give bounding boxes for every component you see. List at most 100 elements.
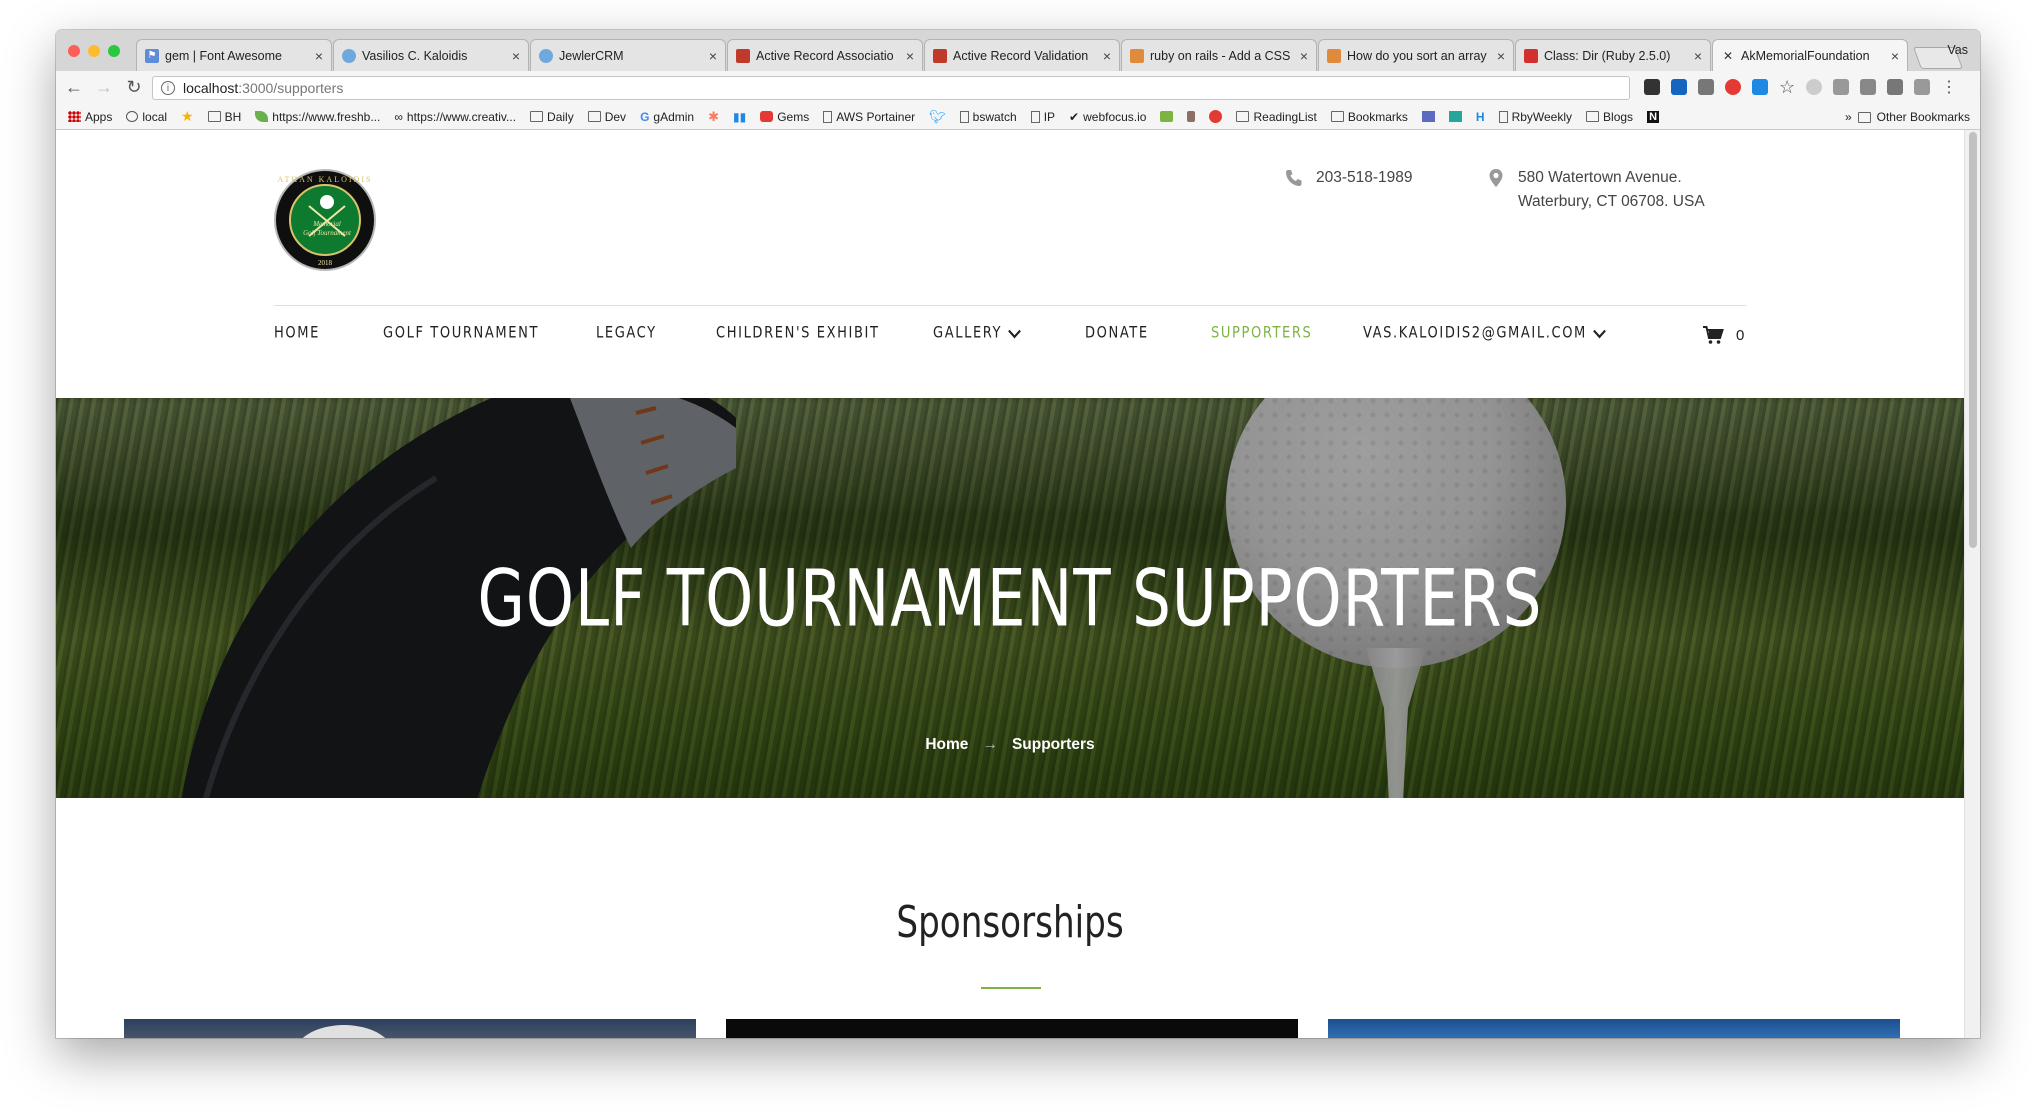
extension-icon[interactable]	[1752, 79, 1768, 95]
address-bar[interactable]: i localhost:3000/supporters	[152, 76, 1630, 100]
browser-tab[interactable]: ⚑ gem | Font Awesome ×	[136, 39, 332, 71]
nav-label: HOME	[274, 324, 320, 342]
chevron-down-icon	[1593, 323, 1606, 338]
logo-year: 2018	[318, 259, 332, 267]
bookmark-readinglist[interactable]: ReadingList	[1236, 110, 1317, 124]
browser-toolbar: ← → ↻ i localhost:3000/supporters ☆ ⋮	[56, 71, 1980, 104]
tab-list: ⚑ gem | Font Awesome × Vasilios C. Kaloi…	[136, 39, 1964, 71]
nav-golf-tournament[interactable]: GOLF TOURNAMENT	[383, 324, 539, 342]
bookmarks-overflow-button[interactable]: »	[1845, 110, 1852, 124]
cart-button[interactable]: 0	[1702, 325, 1744, 345]
star-icon[interactable]: ☆	[1779, 77, 1795, 97]
close-icon[interactable]: ×	[709, 48, 717, 64]
browser-tab[interactable]: How do you sort an array ×	[1318, 39, 1514, 71]
bookmark-bh[interactable]: BH	[207, 110, 241, 124]
nav-home[interactable]: HOME	[274, 324, 320, 342]
close-icon[interactable]: ×	[1497, 48, 1505, 64]
sponsor-card[interactable]	[1328, 1019, 1900, 1038]
browser-tab[interactable]: ruby on rails - Add a CSS ×	[1121, 39, 1317, 71]
nav-account[interactable]: VAS.KALOIDIS2@GMAIL.COM	[1363, 323, 1606, 342]
close-icon[interactable]: ×	[1891, 48, 1899, 64]
extension-icon[interactable]	[1644, 79, 1660, 95]
bookmark-star[interactable]: ★	[181, 108, 194, 125]
browser-tab[interactable]: Vasilios C. Kaloidis ×	[333, 39, 529, 71]
checkmark-icon: ✔	[1069, 109, 1080, 124]
bookmark-h[interactable]: H	[1476, 110, 1485, 124]
bookmark-aws-portainer[interactable]: AWS Portainer	[823, 110, 915, 124]
zoom-window-button[interactable]	[108, 45, 120, 57]
scrollbar-thumb[interactable]	[1969, 132, 1977, 548]
menu-icon[interactable]: ⋮	[1941, 79, 1957, 96]
hero-banner: GOLF TOURNAMENT SUPPORTERS Home → Supporte…	[56, 398, 1964, 798]
sponsor-card[interactable]	[124, 1019, 696, 1038]
bookmark-notion[interactable]: N	[1647, 110, 1660, 123]
golf-clubs-icon: ✕	[1722, 48, 1734, 63]
bookmark-twitter[interactable]: 🐦︎	[929, 109, 946, 125]
bookmark-blogs[interactable]: Blogs	[1586, 110, 1633, 124]
folder-icon	[1330, 111, 1344, 122]
extension-icon[interactable]	[1806, 79, 1822, 95]
close-icon[interactable]: ×	[1694, 48, 1702, 64]
minimize-window-button[interactable]	[88, 45, 100, 57]
bookmark-freshb[interactable]: https://www.freshb...	[255, 110, 380, 124]
close-window-button[interactable]	[68, 45, 80, 57]
extension-icon[interactable]	[1887, 79, 1903, 95]
forward-icon[interactable]: →	[92, 76, 116, 100]
rails-icon	[736, 48, 750, 63]
bookmark-apps[interactable]: Apps	[68, 110, 112, 124]
bookmark-dev[interactable]: Dev	[587, 110, 626, 124]
info-icon[interactable]: i	[161, 81, 175, 95]
reload-icon[interactable]: ↻	[122, 76, 146, 100]
bookmark-sync[interactable]	[1160, 111, 1174, 122]
bookmark-label: https://www.creativ...	[406, 109, 517, 124]
other-bookmarks[interactable]: Other Bookmarks	[1877, 110, 1970, 124]
bookmark-daily[interactable]: Daily	[530, 110, 574, 124]
bookmark-bswatch[interactable]: bswatch	[959, 110, 1017, 124]
tab-title: gem | Font Awesome	[165, 48, 282, 63]
browser-tab[interactable]: JewlerCRM ×	[530, 39, 726, 71]
nav-gallery[interactable]: GALLERY	[933, 323, 1021, 342]
extension-icon[interactable]	[1671, 79, 1687, 95]
extension-icon[interactable]	[1698, 79, 1714, 95]
close-icon[interactable]: ×	[906, 48, 914, 64]
browser-tab[interactable]: Active Record Associatio ×	[727, 39, 923, 71]
browser-tab[interactable]: Active Record Validation ×	[924, 39, 1120, 71]
bookmark-local[interactable]: local	[126, 110, 167, 124]
profile-button[interactable]: Vas	[1947, 43, 1968, 57]
back-icon[interactable]: ←	[62, 76, 86, 100]
bookmark-chart[interactable]: ▮▮	[733, 110, 746, 124]
extension-icon[interactable]	[1833, 79, 1849, 95]
breadcrumb-home-link[interactable]: Home	[925, 736, 968, 753]
bookmark-ip[interactable]: IP	[1030, 110, 1055, 124]
nav-childrens-exhibit[interactable]: CHILDREN'S EXHIBIT	[716, 324, 880, 342]
nav-supporters[interactable]: SUPPORTERS	[1211, 324, 1312, 342]
close-icon[interactable]: ×	[315, 48, 323, 64]
nav-donate[interactable]: DONATE	[1085, 324, 1149, 342]
scrollbar[interactable]	[1964, 130, 1980, 1038]
nav-label: GALLERY	[933, 324, 1003, 342]
bookmark-pinterest[interactable]	[1209, 110, 1223, 123]
phone-number[interactable]: 203-518-1989	[1316, 166, 1413, 190]
bookmark-srm[interactable]	[1448, 111, 1462, 122]
browser-tab[interactable]: Class: Dir (Ruby 2.5.0) ×	[1515, 39, 1711, 71]
bookmark-webfocus[interactable]: ✔ webfocus.io	[1069, 110, 1146, 124]
bookmark-bottle[interactable]	[1187, 111, 1196, 122]
browser-tab-active[interactable]: ✕ AkMemorialFoundation ×	[1712, 39, 1908, 71]
opera-icon[interactable]	[1725, 79, 1741, 95]
tab-title: Class: Dir (Ruby 2.5.0)	[1544, 48, 1671, 63]
bookmark-gadmin[interactable]: GgAdmin	[640, 110, 694, 124]
bookmark-hubspot[interactable]: ✱	[708, 109, 719, 125]
extension-icon[interactable]	[1914, 79, 1930, 95]
bookmark-grid[interactable]	[1421, 111, 1435, 122]
sponsor-card[interactable]	[726, 1019, 1298, 1038]
nav-legacy[interactable]: LEGACY	[596, 324, 657, 342]
bookmark-gems[interactable]: Gems	[760, 110, 809, 124]
bookmark-rbyweekly[interactable]: RbyWeekly	[1498, 110, 1572, 124]
close-icon[interactable]: ×	[512, 48, 520, 64]
close-icon[interactable]: ×	[1103, 48, 1111, 64]
site-logo[interactable]: ATHAN KALOIDIS Memorial Golf Tournament …	[274, 169, 376, 271]
close-icon[interactable]: ×	[1300, 48, 1308, 64]
bookmark-creativ[interactable]: ∞ https://www.creativ...	[394, 110, 516, 124]
bookmark-bookmarks[interactable]: Bookmarks	[1330, 110, 1408, 124]
calendar-icon[interactable]	[1860, 79, 1876, 95]
